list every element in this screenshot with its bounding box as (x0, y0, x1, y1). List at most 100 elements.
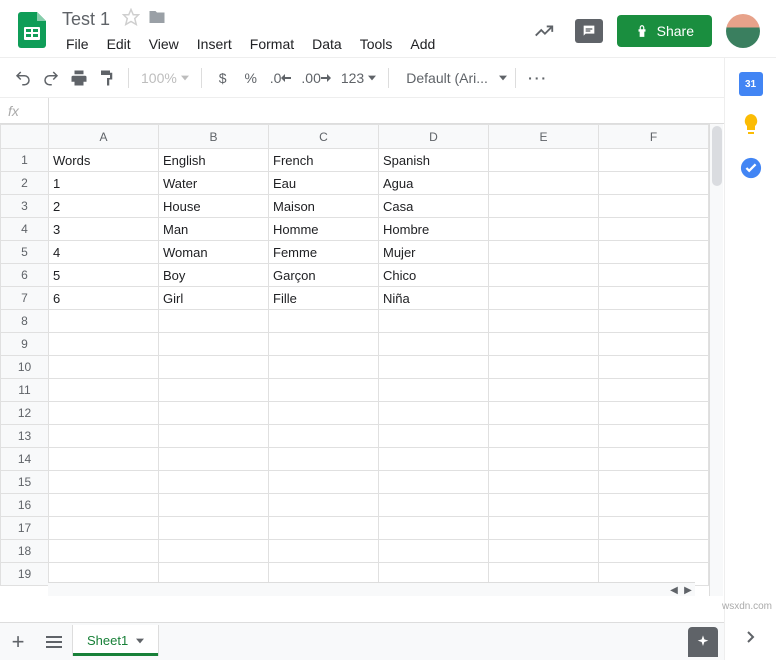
cell-A6[interactable]: 5 (49, 264, 159, 287)
cell-F13[interactable] (599, 425, 709, 448)
formula-input[interactable] (48, 98, 776, 123)
cell-F7[interactable] (599, 287, 709, 310)
row-header-3[interactable]: 3 (1, 195, 49, 218)
more-tools-icon[interactable]: ··· (524, 65, 552, 91)
cell-B4[interactable]: Man (159, 218, 269, 241)
cell-C12[interactable] (269, 402, 379, 425)
cell-D3[interactable]: Casa (379, 195, 489, 218)
cell-E10[interactable] (489, 356, 599, 379)
cell-D10[interactable] (379, 356, 489, 379)
cell-F5[interactable] (599, 241, 709, 264)
row-header-10[interactable]: 10 (1, 356, 49, 379)
cell-E17[interactable] (489, 517, 599, 540)
cell-A4[interactable]: 3 (49, 218, 159, 241)
cell-D5[interactable]: Mujer (379, 241, 489, 264)
cell-F4[interactable] (599, 218, 709, 241)
row-header-2[interactable]: 2 (1, 172, 49, 195)
cell-C1[interactable]: French (269, 149, 379, 172)
cell-E14[interactable] (489, 448, 599, 471)
cell-C6[interactable]: Garçon (269, 264, 379, 287)
row-header-19[interactable]: 19 (1, 563, 49, 586)
cell-C2[interactable]: Eau (269, 172, 379, 195)
cell-F2[interactable] (599, 172, 709, 195)
cell-E12[interactable] (489, 402, 599, 425)
cell-B7[interactable]: Girl (159, 287, 269, 310)
column-header-C[interactable]: C (269, 125, 379, 149)
menu-format[interactable]: Format (242, 34, 302, 54)
cell-D6[interactable]: Chico (379, 264, 489, 287)
scroll-left-icon[interactable]: ◀ (667, 583, 681, 596)
cell-D15[interactable] (379, 471, 489, 494)
cell-C9[interactable] (269, 333, 379, 356)
cell-C7[interactable]: Fille (269, 287, 379, 310)
column-header-D[interactable]: D (379, 125, 489, 149)
column-header-A[interactable]: A (49, 125, 159, 149)
cell-E2[interactable] (489, 172, 599, 195)
cell-F15[interactable] (599, 471, 709, 494)
cell-F9[interactable] (599, 333, 709, 356)
currency-icon[interactable]: $ (210, 65, 236, 91)
cell-C10[interactable] (269, 356, 379, 379)
cell-F8[interactable] (599, 310, 709, 333)
cell-E7[interactable] (489, 287, 599, 310)
cell-B18[interactable] (159, 540, 269, 563)
activity-icon[interactable] (527, 14, 561, 48)
cell-D11[interactable] (379, 379, 489, 402)
all-sheets-button[interactable] (36, 624, 72, 660)
cell-C11[interactable] (269, 379, 379, 402)
menu-file[interactable]: File (58, 34, 97, 54)
row-header-7[interactable]: 7 (1, 287, 49, 310)
move-icon[interactable] (148, 8, 166, 31)
cell-C18[interactable] (269, 540, 379, 563)
cell-B11[interactable] (159, 379, 269, 402)
cell-C15[interactable] (269, 471, 379, 494)
row-header-14[interactable]: 14 (1, 448, 49, 471)
row-header-6[interactable]: 6 (1, 264, 49, 287)
cell-D1[interactable]: Spanish (379, 149, 489, 172)
column-header-E[interactable]: E (489, 125, 599, 149)
cell-E15[interactable] (489, 471, 599, 494)
menu-data[interactable]: Data (304, 34, 350, 54)
cell-F11[interactable] (599, 379, 709, 402)
column-header-B[interactable]: B (159, 125, 269, 149)
cell-D9[interactable] (379, 333, 489, 356)
cell-C16[interactable] (269, 494, 379, 517)
tasks-icon[interactable] (739, 156, 763, 180)
row-header-1[interactable]: 1 (1, 149, 49, 172)
cell-E8[interactable] (489, 310, 599, 333)
comment-icon[interactable] (575, 19, 603, 43)
row-header-8[interactable]: 8 (1, 310, 49, 333)
percent-icon[interactable]: % (238, 65, 264, 91)
paint-format-icon[interactable] (94, 65, 120, 91)
row-header-15[interactable]: 15 (1, 471, 49, 494)
side-panel-toggle-icon[interactable] (745, 630, 757, 648)
redo-icon[interactable] (38, 65, 64, 91)
cell-A9[interactable] (49, 333, 159, 356)
cell-B16[interactable] (159, 494, 269, 517)
cell-E4[interactable] (489, 218, 599, 241)
menu-view[interactable]: View (141, 34, 187, 54)
cell-B10[interactable] (159, 356, 269, 379)
scroll-right-icon[interactable]: ▶ (681, 583, 695, 596)
menu-insert[interactable]: Insert (189, 34, 240, 54)
cell-E18[interactable] (489, 540, 599, 563)
explore-button[interactable] (688, 627, 718, 657)
cell-B6[interactable]: Boy (159, 264, 269, 287)
cell-F14[interactable] (599, 448, 709, 471)
add-sheet-button[interactable]: + (0, 624, 36, 660)
cell-B3[interactable]: House (159, 195, 269, 218)
zoom-select[interactable]: 100% (137, 65, 193, 91)
cell-B12[interactable] (159, 402, 269, 425)
cell-A5[interactable]: 4 (49, 241, 159, 264)
doc-title[interactable]: Test 1 (58, 8, 114, 31)
cell-C5[interactable]: Femme (269, 241, 379, 264)
menu-tools[interactable]: Tools (352, 34, 401, 54)
cell-A11[interactable] (49, 379, 159, 402)
cell-C8[interactable] (269, 310, 379, 333)
cell-A3[interactable]: 2 (49, 195, 159, 218)
cell-B9[interactable] (159, 333, 269, 356)
spreadsheet-grid[interactable]: ABCDEF1WordsEnglishFrenchSpanish21WaterE… (0, 124, 709, 586)
column-header-F[interactable]: F (599, 125, 709, 149)
cell-B15[interactable] (159, 471, 269, 494)
share-button[interactable]: Share (617, 15, 712, 47)
